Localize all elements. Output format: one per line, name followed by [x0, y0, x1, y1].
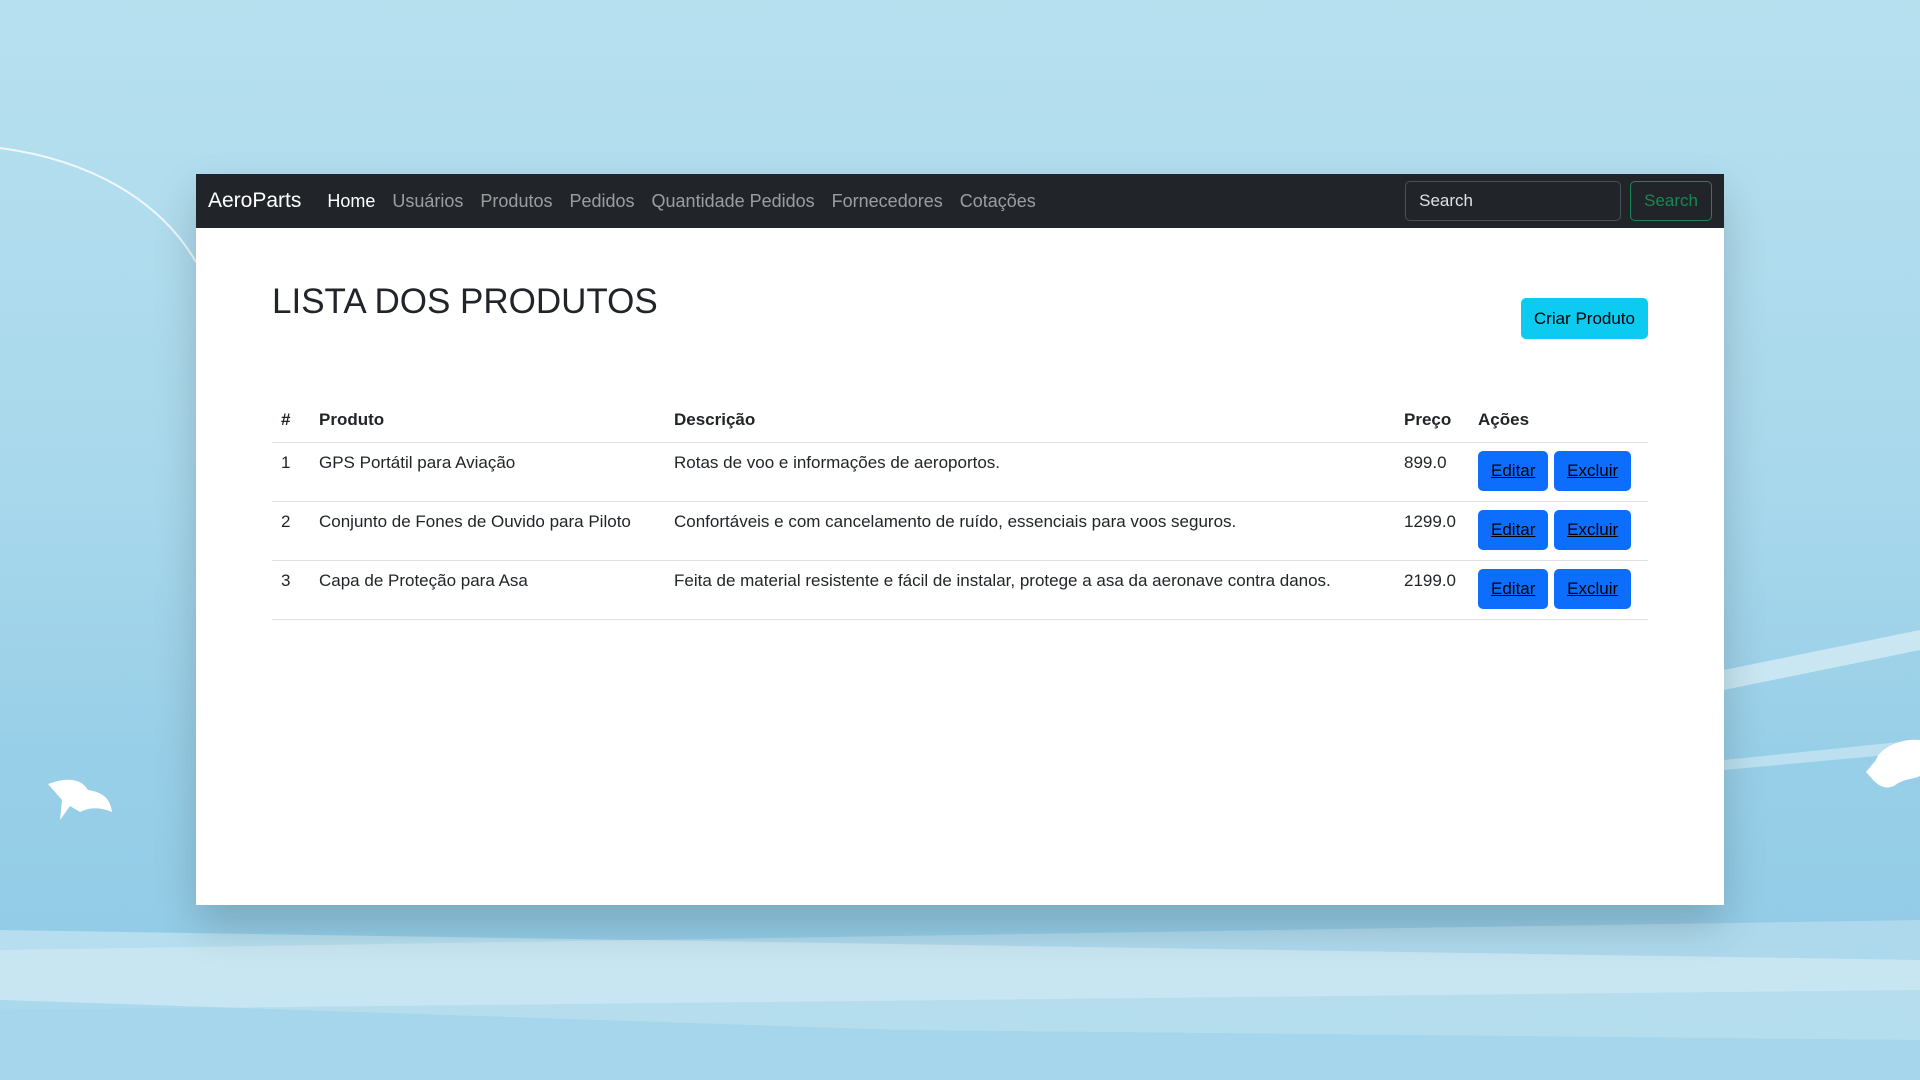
nav-link-fornecedores[interactable]: Fornecedores [832, 191, 943, 212]
cell-produto: Conjunto de Fones de Ouvido para Piloto [310, 501, 665, 561]
cell-preco: 2199.0 [1395, 560, 1469, 620]
edit-button[interactable]: Editar [1478, 510, 1549, 550]
table-header-row: # Produto Descrição Preço Ações [272, 398, 1648, 443]
search-button[interactable]: Search [1630, 181, 1712, 221]
nav-link-cotacoes[interactable]: Cotações [960, 191, 1036, 212]
cell-preco: 1299.0 [1395, 501, 1469, 561]
cell-descricao: Feita de material resistente e fácil de … [665, 560, 1395, 620]
nav-link-quantidade-pedidos[interactable]: Quantidade Pedidos [652, 191, 815, 212]
page-title: LISTA DOS PRODUTOS [272, 282, 658, 321]
table-row: 1 GPS Portátil para Aviação Rotas de voo… [272, 442, 1648, 502]
delete-button[interactable]: Excluir [1554, 510, 1632, 550]
edit-button[interactable]: Editar [1478, 569, 1549, 609]
brand-logo[interactable]: AeroParts [208, 189, 301, 213]
cell-descricao: Rotas de voo e informações de aeroportos… [665, 442, 1395, 502]
nav-link-home[interactable]: Home [327, 191, 375, 212]
cell-preco: 899.0 [1395, 442, 1469, 502]
cell-descricao: Confortáveis e com cancelamento de ruído… [665, 501, 1395, 561]
search-form: Search [1405, 181, 1712, 221]
nav-link-produtos[interactable]: Produtos [480, 191, 552, 212]
nav-link-pedidos[interactable]: Pedidos [569, 191, 634, 212]
nav-link-usuarios[interactable]: Usuários [392, 191, 463, 212]
navbar: AeroParts Home Usuários Produtos Pedidos… [196, 174, 1724, 228]
cell-produto: Capa de Proteção para Asa [310, 560, 665, 620]
table-row: 3 Capa de Proteção para Asa Feita de mat… [272, 560, 1648, 620]
edit-button[interactable]: Editar [1478, 451, 1549, 491]
products-table: # Produto Descrição Preço Ações 1 GPS Po… [272, 398, 1648, 620]
cell-produto: GPS Portátil para Aviação [310, 442, 665, 502]
create-product-button[interactable]: Criar Produto [1520, 298, 1648, 339]
products-table-container: # Produto Descrição Preço Ações 1 GPS Po… [272, 398, 1648, 620]
header-produto: Produto [310, 398, 665, 443]
cell-acoes: Editar Excluir [1469, 442, 1648, 502]
cell-acoes: Editar Excluir [1469, 501, 1648, 561]
header-acoes: Ações [1469, 398, 1648, 443]
cell-id: 2 [272, 501, 310, 561]
cell-id: 3 [272, 560, 310, 620]
search-input[interactable] [1405, 181, 1622, 221]
header-number: # [272, 398, 310, 443]
cell-id: 1 [272, 442, 310, 502]
app-window: AeroParts Home Usuários Produtos Pedidos… [196, 174, 1724, 905]
cell-acoes: Editar Excluir [1469, 560, 1648, 620]
header-preco: Preço [1395, 398, 1469, 443]
table-row: 2 Conjunto de Fones de Ouvido para Pilot… [272, 501, 1648, 561]
delete-button[interactable]: Excluir [1554, 451, 1632, 491]
header-descricao: Descrição [665, 398, 1395, 443]
delete-button[interactable]: Excluir [1554, 569, 1632, 609]
